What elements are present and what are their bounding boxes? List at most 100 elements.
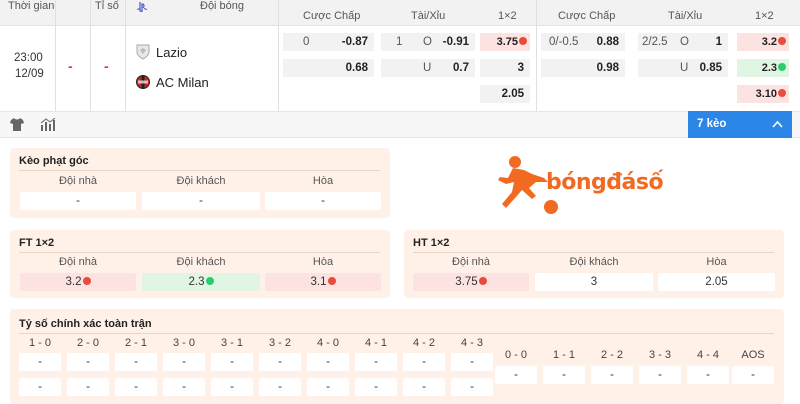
odds-down-icon (519, 37, 527, 46)
score-odds-home[interactable]: - (403, 353, 445, 371)
ft-under[interactable]: U 0.85 (638, 59, 728, 77)
draw-score-label: 4 - 4 (696, 349, 719, 361)
score-odds-away[interactable]: - (259, 378, 301, 396)
ft-hdp-home-odds: 0.88 (596, 36, 619, 48)
score-odds-home[interactable]: - (67, 353, 109, 371)
corner-value-away[interactable]: - (142, 192, 260, 210)
odds-up-icon (778, 63, 786, 72)
draw-score-odds[interactable]: - (495, 366, 537, 384)
score-odds-away[interactable]: - (163, 378, 205, 396)
more-odds-label: 7 kèo (697, 118, 727, 130)
divider (19, 333, 774, 334)
h1-handicap-home[interactable]: 0 -0.87 (283, 33, 374, 51)
divider (413, 252, 774, 253)
h1-over[interactable]: 1 O -0.91 (381, 33, 475, 51)
h1-hdp-home-odds: -0.87 (341, 36, 368, 48)
draw-score-odds[interactable]: - (732, 366, 774, 384)
h1-1x2-away[interactable]: 3 (480, 59, 530, 77)
ht-value-draw[interactable]: 2.05 (658, 273, 775, 291)
chevron-up-icon (772, 119, 783, 131)
h1-over-label: O (423, 36, 432, 48)
h1-over-odds: -0.91 (442, 36, 469, 48)
team-home[interactable]: Lazio (136, 44, 187, 60)
score-odds-away[interactable]: - (403, 378, 445, 396)
header-1x2-h1: 1×2 (498, 10, 517, 22)
score-odds-home[interactable]: - (307, 353, 349, 371)
odds-down-icon (478, 276, 487, 285)
col-divider (55, 0, 56, 111)
team-home-name: Lazio (156, 44, 188, 60)
col-divider (125, 0, 126, 111)
score-odds-away[interactable]: - (211, 378, 253, 396)
ft-1x2-away-odds: 2.3 (761, 62, 777, 74)
ft-ou-line: 2/2.5 (642, 36, 668, 48)
corner-value-home[interactable]: - (20, 192, 136, 210)
h1-1x2-draw[interactable]: 2.05 (480, 85, 530, 103)
score-label: 3 - 0 (172, 337, 195, 349)
score-label: 2 - 1 (124, 337, 147, 349)
col-divider (90, 0, 91, 111)
score-away: - (104, 58, 109, 74)
ht-value-away[interactable]: 3 (535, 273, 653, 291)
ft-over[interactable]: 2/2.5 O 1 (638, 33, 728, 51)
draw-score-label: AOS (741, 349, 765, 361)
ft-1x2-draw-odds: 3.10 (755, 88, 777, 100)
h1-1x2-home[interactable]: 3.75 (480, 33, 530, 51)
draw-score-odds[interactable]: - (687, 366, 729, 384)
ft-value-away[interactable]: 2.3 (142, 273, 260, 291)
draw-score-odds[interactable]: - (543, 366, 585, 384)
match-time: 23:00 (14, 52, 43, 64)
ht-label-away: Đội khách (569, 256, 619, 268)
draw-score-odds[interactable]: - (639, 366, 681, 384)
h1-hdp-line: 0 (303, 36, 310, 48)
score-odds-home[interactable]: - (19, 353, 61, 371)
score-odds-home[interactable]: - (163, 353, 205, 371)
score-odds-away[interactable]: - (451, 378, 493, 396)
corner-value-draw[interactable]: - (265, 192, 381, 210)
draw-score-odds[interactable]: - (591, 366, 633, 384)
score-label: 4 - 2 (412, 337, 435, 349)
col-divider (278, 0, 279, 111)
bongdaso-logo: bóngđásố (496, 152, 664, 218)
score-odds-away[interactable]: - (19, 378, 61, 396)
corner-label-draw: Hòa (312, 175, 334, 187)
h1-ou-line: 1 (396, 36, 403, 48)
col-divider (536, 0, 537, 111)
ft-1x2-away[interactable]: 2.3 (737, 59, 789, 77)
score-odds-away[interactable]: - (115, 378, 157, 396)
ft-hdp-line: 0/-0.5 (549, 36, 579, 48)
stats-chart-icon[interactable] (40, 117, 56, 131)
score-label: 4 - 3 (460, 337, 483, 349)
ft-handicap-away[interactable]: 0.98 (541, 59, 625, 77)
ft-1x2-draw[interactable]: 3.10 (737, 85, 789, 103)
score-odds-home[interactable]: - (355, 353, 397, 371)
ft-value-home-text: 3.2 (65, 276, 82, 288)
score-odds-home[interactable]: - (115, 353, 157, 371)
h1-hdp-away-odds: 0.68 (345, 62, 368, 74)
ft-label-draw: Hòa (312, 256, 334, 268)
h1-under[interactable]: U 0.7 (381, 59, 475, 77)
divider (19, 252, 380, 253)
draw-score-label: 0 - 0 (504, 349, 527, 361)
match-toolbar (0, 111, 800, 138)
header-time: Thời gian (8, 0, 55, 12)
score-odds-home[interactable]: - (211, 353, 253, 371)
header-handicap-ft: Cược Chấp (558, 10, 616, 22)
playstation-icon (136, 1, 148, 13)
score-odds-home[interactable]: - (451, 353, 493, 371)
ft-handicap-home[interactable]: 0/-0.5 0.88 (541, 33, 625, 51)
shirt-icon[interactable] (10, 118, 24, 131)
score-odds-away[interactable]: - (67, 378, 109, 396)
ft-value-home[interactable]: 3.2 (20, 273, 136, 291)
ft-value-draw[interactable]: 3.1 (265, 273, 381, 291)
more-odds-button[interactable]: 7 kèo (688, 111, 792, 138)
odds-down-icon (778, 89, 786, 98)
h1-handicap-away[interactable]: 0.68 (283, 59, 374, 77)
team-away[interactable]: AC Milan (136, 74, 209, 90)
score-odds-home[interactable]: - (259, 353, 301, 371)
score-odds-away[interactable]: - (307, 378, 349, 396)
ft-1x2-home[interactable]: 3.2 (737, 33, 789, 51)
ht-value-home[interactable]: 3.75 (413, 273, 529, 291)
ht-label-home: Đội nhà (452, 256, 490, 268)
score-odds-away[interactable]: - (355, 378, 397, 396)
